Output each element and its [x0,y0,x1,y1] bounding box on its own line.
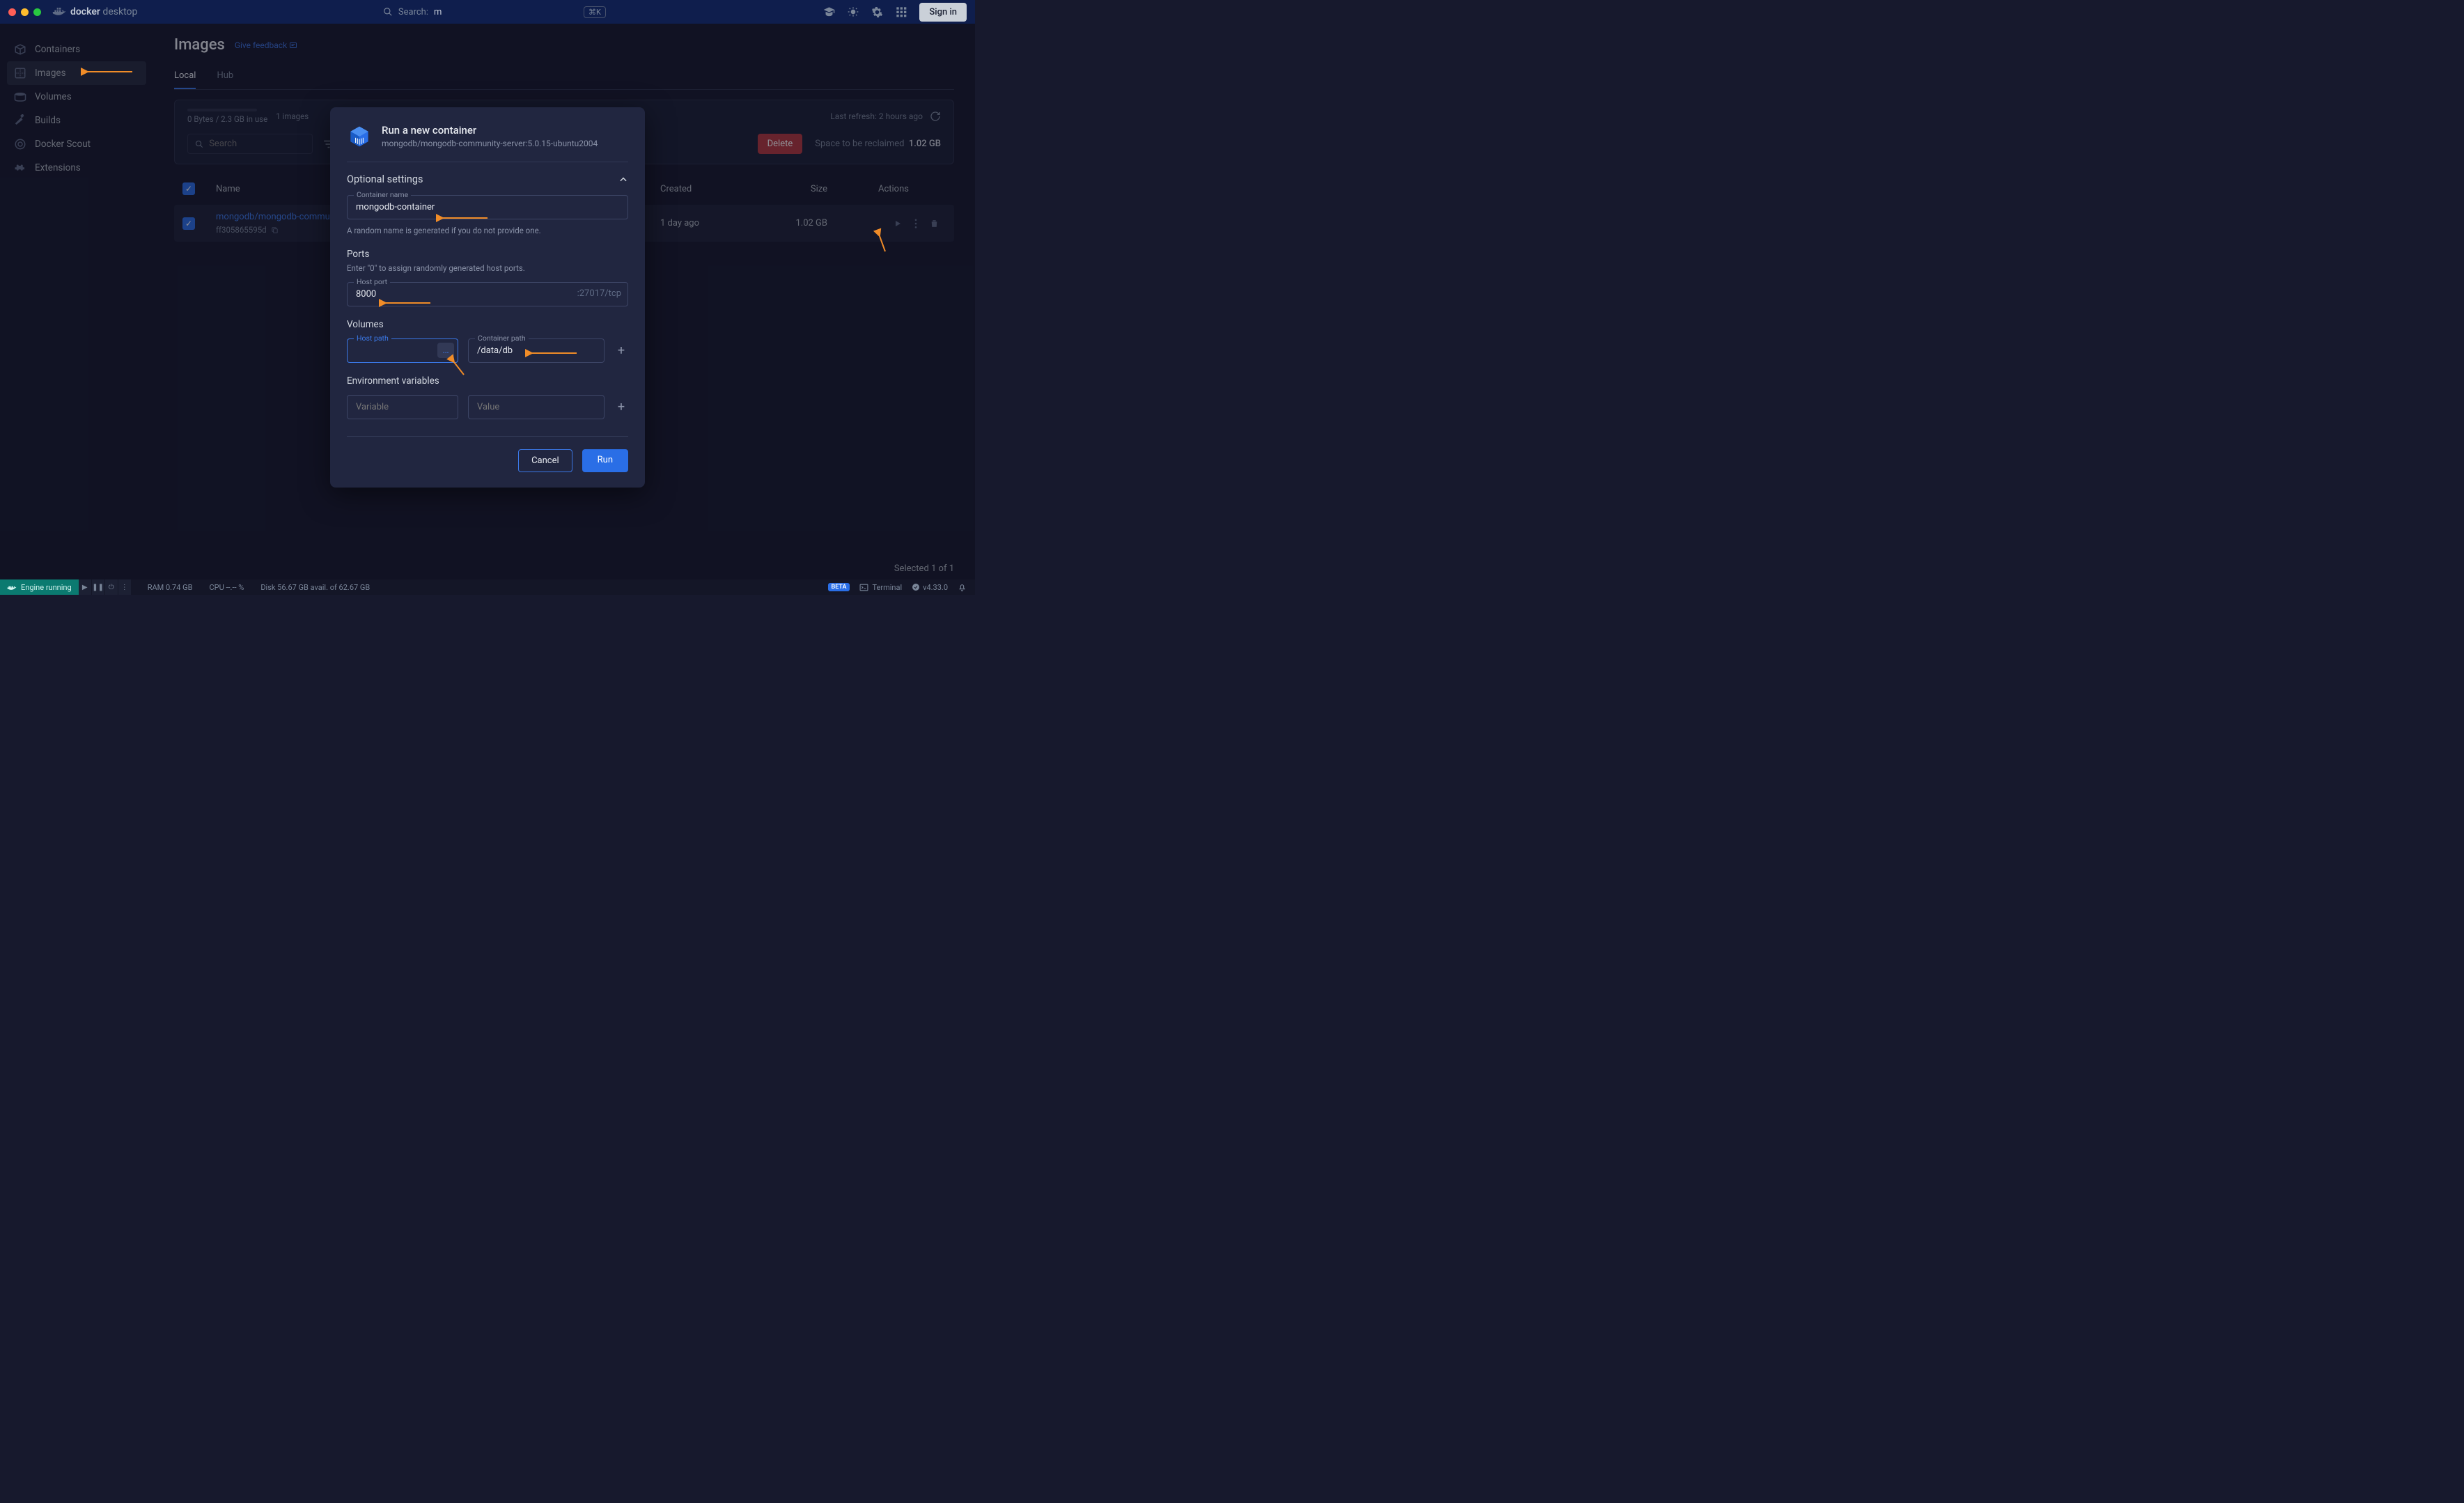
engine-controls: ▶ ❚❚ ⏻ ⋮ [79,579,131,595]
add-volume-button[interactable]: + [614,343,628,358]
container-path-label: Container path [475,334,529,343]
ram-stat: RAM 0.74 GB [148,583,193,592]
cancel-button[interactable]: Cancel [518,449,572,472]
whale-icon [52,6,66,17]
statusbar: Engine running ▶ ❚❚ ⏻ ⋮ RAM 0.74 GB CPU … [0,579,975,595]
env-value-input[interactable] [468,395,605,419]
terminal-icon [859,584,868,591]
modal-title: Run a new container [382,124,598,137]
engine-status[interactable]: Engine running [0,579,79,595]
search-prefix: Search: [398,7,428,17]
search-shortcut: ⌘K [584,6,606,18]
engine-play-icon[interactable]: ▶ [79,579,91,595]
learn-icon[interactable] [823,6,835,18]
disk-stat: Disk 56.67 GB avail. of 62.67 GB [260,583,370,592]
minimize-window-icon[interactable] [21,8,29,16]
container-cube-icon [347,124,372,149]
env-variable-input[interactable] [347,395,458,419]
container-name-label: Container name [354,190,411,199]
name-hint: A random name is generated if you do not… [347,225,628,236]
terminal-toggle[interactable]: Terminal [859,583,902,592]
env-title: Environment variables [347,375,628,387]
settings-icon[interactable] [871,6,883,18]
whale-icon [7,584,17,591]
run-container-modal: Run a new container mongodb/mongodb-comm… [330,107,645,488]
window-controls [8,8,41,16]
host-port-label: Host port [354,277,390,286]
bell-icon[interactable] [958,583,967,592]
cpu-stat: CPU --.-- % [210,583,244,592]
global-search[interactable]: Search: ⌘K [355,6,606,18]
run-button[interactable]: Run [582,449,628,472]
titlebar: docker desktop Search: ⌘K Sign in [0,0,975,24]
volumes-title: Volumes [347,319,628,330]
ports-title: Ports [347,249,628,260]
apps-grid-icon[interactable] [896,6,907,17]
add-env-button[interactable]: + [614,400,628,414]
bug-icon[interactable] [848,6,859,17]
chevron-up-icon [618,175,628,185]
app-logo: docker desktop [52,6,137,17]
engine-power-icon[interactable]: ⏻ [105,579,118,595]
search-icon [383,7,393,17]
signin-button[interactable]: Sign in [919,3,967,22]
engine-more-icon[interactable]: ⋮ [118,579,131,595]
check-circle-icon [912,583,920,591]
optional-settings-toggle[interactable]: Optional settings [347,173,628,185]
app-name-light: desktop [102,6,137,17]
browse-host-path-button[interactable]: … [437,343,454,358]
port-suffix: :27017/tcp [577,288,621,299]
engine-pause-icon[interactable]: ❚❚ [92,579,104,595]
ports-hint: Enter "0" to assign randomly generated h… [347,263,628,274]
top-icons [823,6,907,18]
maximize-window-icon[interactable] [33,8,41,16]
global-search-input[interactable] [434,7,504,17]
beta-badge: BETA [828,583,850,591]
app-name-bold: docker [70,6,100,17]
host-path-label: Host path [354,334,391,343]
close-window-icon[interactable] [8,8,16,16]
modal-subtitle: mongodb/mongodb-community-server:5.0.15-… [382,139,598,148]
version-indicator[interactable]: v4.33.0 [912,583,948,592]
